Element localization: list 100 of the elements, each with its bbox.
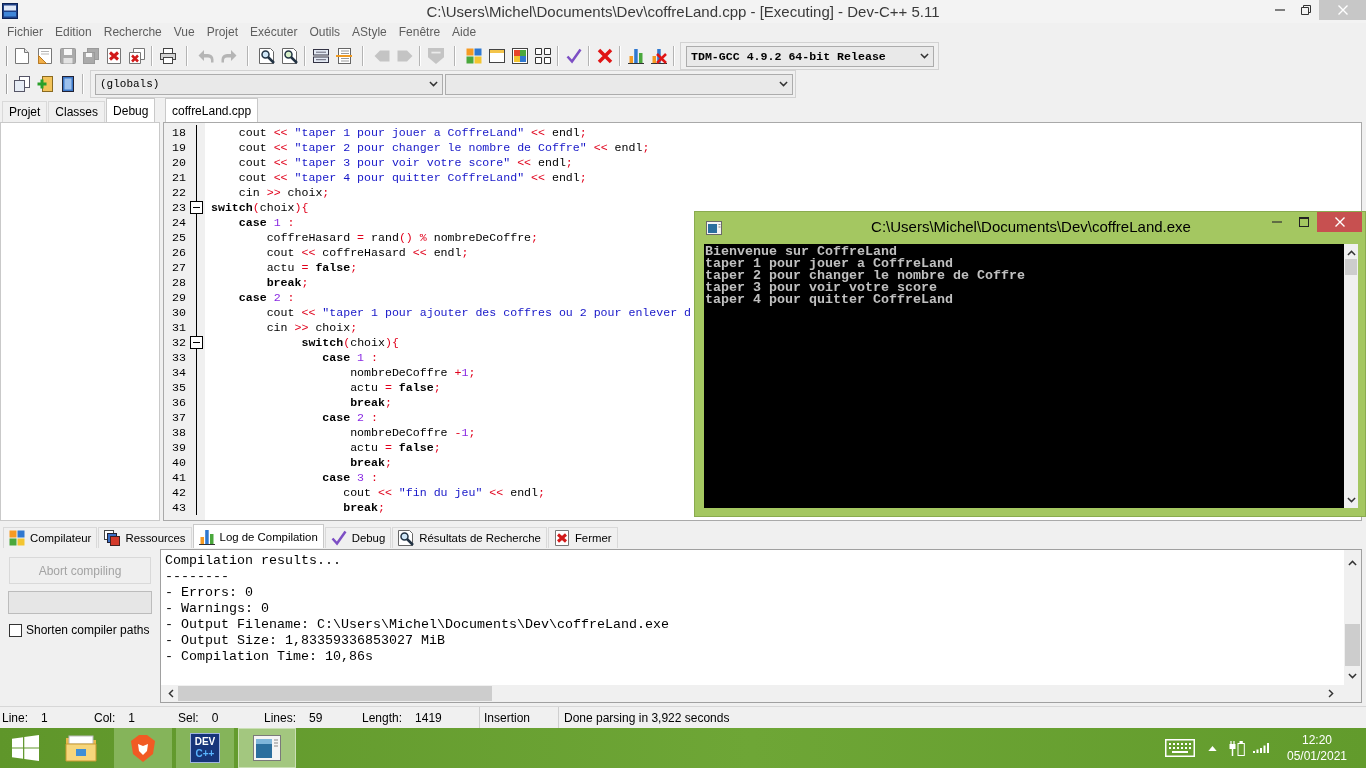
page-cross-icon — [105, 48, 122, 64]
line-number: 32 — [171, 335, 187, 350]
status-label: Lines: — [264, 710, 297, 725]
panel-tab[interactable]: Compilateur — [3, 527, 98, 548]
log-line: - Output Size: 1,83359336853027 MiB — [165, 633, 445, 649]
code-line: switch(choix){ — [300, 335, 399, 350]
minus-box-icon[interactable] — [190, 201, 203, 214]
checkbox[interactable] — [9, 623, 22, 637]
log-line: - Compilation Time: 10,86s — [165, 649, 373, 665]
file-tab[interactable]: coffreLand.cpp — [165, 98, 259, 122]
window-title: C:\Users\Michel\Documents\Dev\coffreLand.exe — [871, 217, 1191, 237]
menu-item[interactable]: Fenêtre — [392, 23, 447, 42]
code-line: break; — [265, 275, 309, 290]
scrollbar-thumb[interactable] — [178, 686, 492, 701]
clock-date: 05/01/2021 — [1286, 748, 1348, 764]
panel-tab[interactable]: Debug — [324, 527, 392, 548]
chevron-down-icon — [1348, 673, 1357, 679]
panel-tab[interactable]: Ressources — [98, 527, 192, 548]
grid-icon — [534, 48, 551, 64]
dropdown[interactable]: TDM-GCC 4.9.2 64-bit Release — [686, 45, 934, 67]
caret-up-icon[interactable] — [1208, 745, 1217, 751]
bar-chart-cross-icon — [650, 48, 667, 64]
menu-item[interactable]: Outils — [303, 23, 347, 42]
code-line: case 2 : — [237, 290, 295, 305]
status-text: Insertion — [484, 710, 531, 725]
menu-item[interactable]: AStyle — [346, 23, 393, 42]
menu-item[interactable]: Edition — [49, 23, 98, 42]
menu-item[interactable]: Projet — [200, 23, 244, 42]
close-icon — [1334, 217, 1345, 227]
line-number: 28 — [171, 275, 187, 290]
status-label: Line: — [2, 710, 29, 725]
code-line: break; — [349, 455, 392, 470]
keyboard-icon[interactable] — [1165, 739, 1195, 757]
blank-page-icon — [13, 48, 30, 64]
code-line: cin >> choix; — [265, 320, 358, 335]
disks-icon — [82, 48, 99, 64]
dropdown[interactable] — [445, 73, 793, 95]
line-number: 41 — [171, 470, 187, 485]
panel-tab[interactable]: Projet — [2, 101, 48, 122]
pages-icon — [13, 76, 30, 92]
signal-bars-icon[interactable] — [1253, 743, 1269, 753]
redo-arrow-icon — [220, 48, 237, 64]
panel-tab[interactable]: Résultats de Recherche — [392, 527, 547, 548]
panel-tab[interactable]: Fermer — [547, 527, 618, 548]
status-label: Length: — [362, 710, 403, 725]
line-number: 36 — [171, 395, 187, 410]
scrollbar-thumb[interactable] — [1345, 259, 1357, 275]
console-line: taper 3 pour voir votre score — [705, 282, 937, 294]
menu-item[interactable]: Exécuter — [244, 23, 304, 42]
status-value: 0 — [211, 710, 219, 725]
line-number: 27 — [171, 260, 187, 275]
taskbar-button[interactable] — [238, 728, 296, 768]
logo-text: C++ — [195, 748, 215, 760]
line-number: 34 — [171, 365, 187, 380]
log-line: -------- — [165, 569, 229, 585]
status-label: Sel: — [178, 710, 199, 725]
line-number: 23 — [171, 200, 187, 215]
app-icon — [2, 3, 18, 19]
log-line: - Output Filename: C:\Users\Michel\Documents\Dev\coffreLand.exe — [165, 617, 669, 633]
line-number: 24 — [171, 215, 187, 230]
status-value: 1 — [128, 710, 136, 725]
magnifier-page-icon — [398, 530, 415, 546]
plug-battery-icon[interactable] — [1229, 740, 1245, 756]
code-line: break; — [342, 500, 385, 515]
panel-tab[interactable]: Debug — [106, 98, 156, 122]
scrollbar-thumb[interactable] — [1345, 624, 1360, 666]
taskbar-button[interactable]: DEV C++ — [176, 728, 234, 768]
minimize-icon — [1275, 9, 1285, 11]
vertical-scrollbar[interactable] — [1344, 244, 1358, 508]
minus-box-icon[interactable] — [190, 336, 203, 349]
panel-tab[interactable]: Log de Compilation — [192, 524, 324, 548]
code-line: actu = false; — [265, 260, 358, 275]
line-number: 20 — [171, 155, 187, 170]
code-line: case 2 : — [321, 410, 378, 425]
window-tiles-icon — [511, 48, 528, 64]
menu-item[interactable]: Vue — [167, 23, 201, 42]
console-line: taper 4 pour quitter CoffreLand — [705, 294, 953, 306]
menu-item[interactable]: Fichier — [1, 23, 49, 42]
line-number: 40 — [171, 455, 187, 470]
menu-item[interactable]: Recherche — [97, 23, 168, 42]
console-line: taper 2 pour changer le nombre de Coffre — [705, 270, 1025, 282]
code-line: cout << "taper 3 pour voir votre score" << endl; — [237, 155, 573, 170]
menu-item[interactable]: Aide — [446, 23, 483, 42]
checkbox-label[interactable]: Shorten compiler paths — [26, 623, 150, 637]
minimize-icon — [1271, 221, 1282, 223]
window-icon — [706, 221, 722, 235]
console-line: taper 1 pour jouer a CoffreLand — [705, 258, 953, 270]
chevron-down-icon — [429, 81, 438, 87]
stacked-squares-icon — [104, 530, 121, 546]
panel-tab[interactable]: Classes — [48, 101, 106, 122]
chevron-down-icon — [779, 81, 788, 87]
code-line: cout << "taper 4 pour quitter CoffreLand" << endl; — [237, 170, 587, 185]
check-icon — [565, 48, 582, 64]
undo-arrow-icon — [197, 48, 214, 64]
dropdown[interactable]: (globals) — [95, 73, 443, 95]
line-number: 21 — [171, 170, 187, 185]
taskbar-button[interactable] — [114, 728, 172, 768]
log-line: - Errors: 0 — [165, 585, 253, 601]
code-line: cout << "fin du jeu" << endl; — [342, 485, 545, 500]
code-line: cout << "taper 1 pour ajouter des coffres ou 2 pour enlever d — [265, 305, 692, 320]
